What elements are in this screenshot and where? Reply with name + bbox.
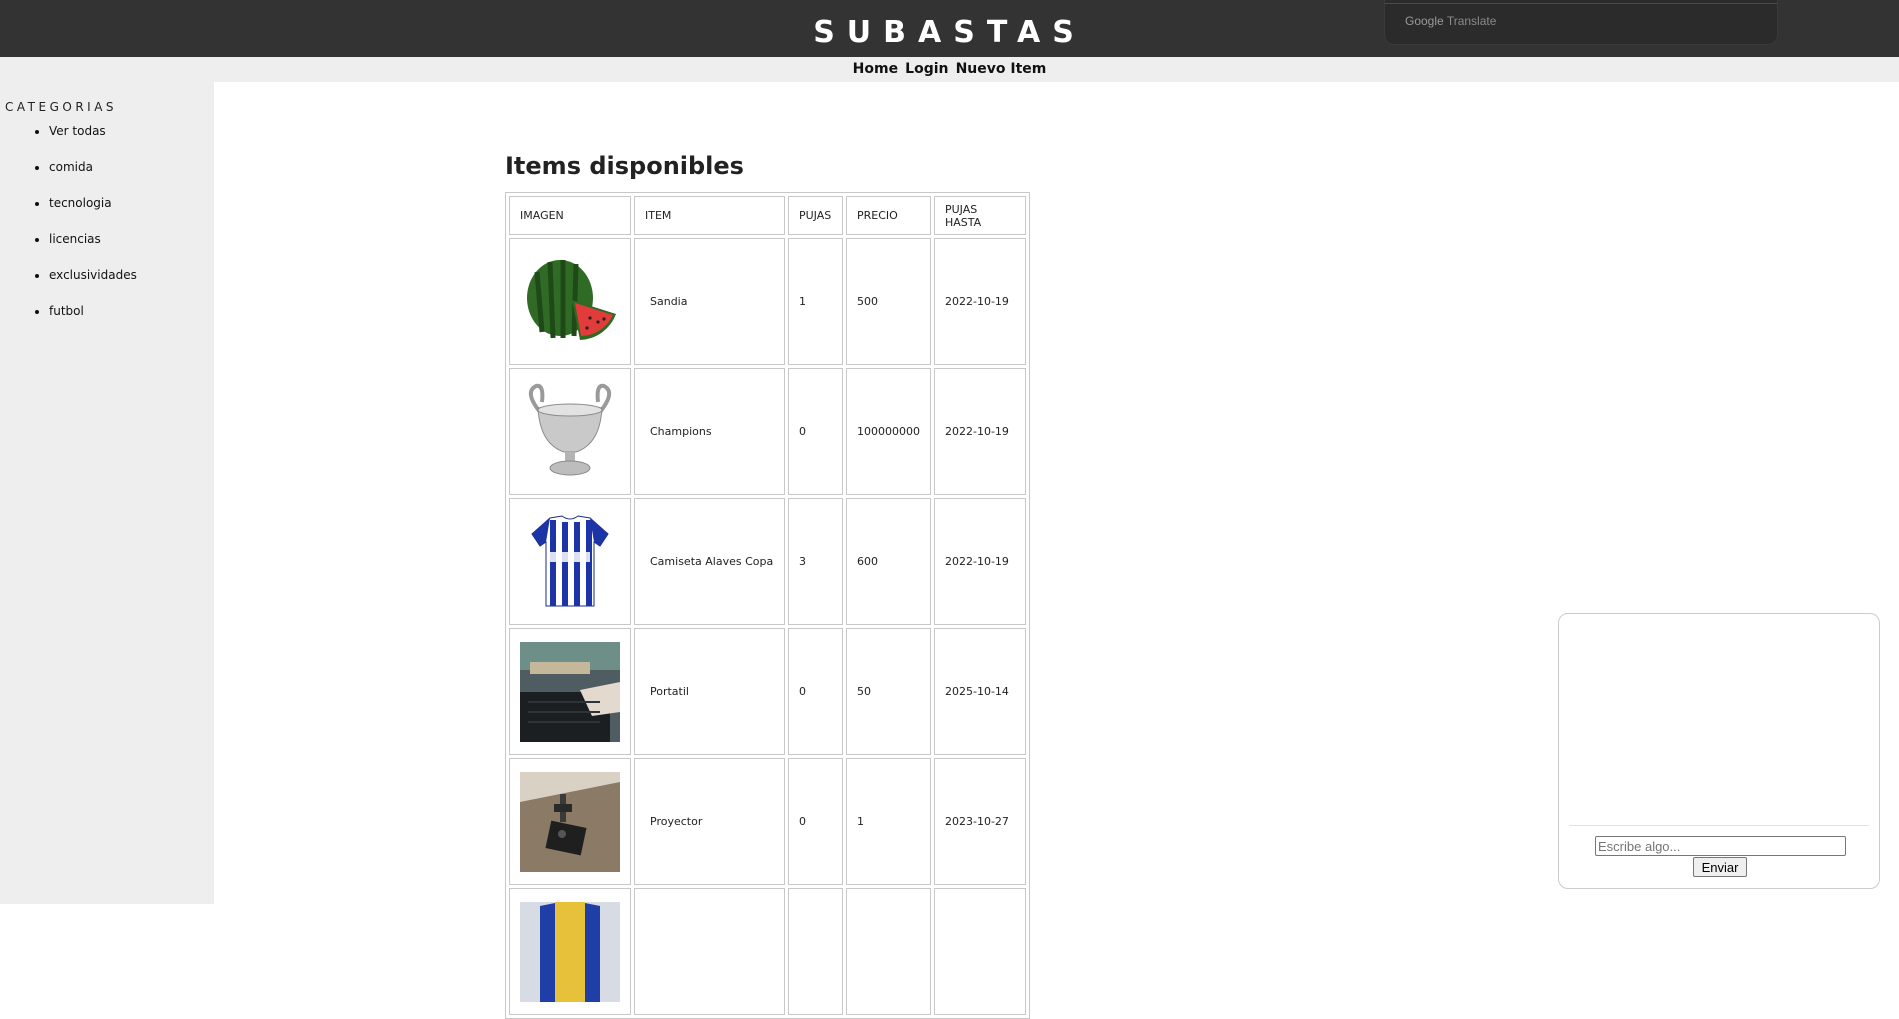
category-item-exclusividades: exclusividades: [49, 266, 137, 302]
item-precio-cell: 500: [846, 238, 931, 365]
item-name-cell: Champions: [634, 368, 785, 495]
category-link[interactable]: tecnologia: [49, 196, 112, 210]
item-pujas-cell: 0: [788, 368, 843, 495]
item-image-cell: [509, 758, 631, 885]
nav-links: Home Login Nuevo Item: [852, 58, 1048, 77]
table-row[interactable]: Proyector 0 1 2023-10-27: [509, 758, 1026, 885]
category-link[interactable]: exclusividades: [49, 268, 137, 282]
item-precio-cell: 1: [846, 758, 931, 885]
category-list: Ver todas comida tecnologia licencias ex…: [0, 122, 137, 338]
google-translate-label[interactable]: Google Translate: [1405, 14, 1496, 28]
categories-title: CATEGORIAS: [5, 100, 118, 114]
table-row[interactable]: Sandia 1 500 2022-10-19: [509, 238, 1026, 365]
item-image-cell: [509, 238, 631, 365]
item-name-cell: Sandia: [634, 238, 785, 365]
item-image-cell: [509, 498, 631, 625]
category-item-tecnologia: tecnologia: [49, 194, 137, 230]
google-translate-divider: [1385, 3, 1777, 4]
page-title: Items disponibles: [505, 152, 744, 180]
trophy-image[interactable]: [520, 382, 620, 482]
item-pujas-cell: 1: [788, 238, 843, 365]
column-header-item: ITEM: [634, 196, 785, 235]
item-hasta-cell: 2022-10-19: [934, 368, 1026, 495]
item-image-cell: [509, 368, 631, 495]
nav-link-nuevo-item[interactable]: Nuevo Item: [956, 61, 1047, 77]
chat-divider: [1569, 825, 1869, 826]
item-precio-cell: 100000000: [846, 368, 931, 495]
table-row[interactable]: Portatil 0 50 2025-10-14: [509, 628, 1026, 755]
item-precio-cell: 50: [846, 628, 931, 755]
column-header-imagen: IMAGEN: [509, 196, 631, 235]
nav-link-login[interactable]: Login: [905, 61, 948, 77]
item-precio-cell: 600: [846, 498, 931, 625]
projector-image[interactable]: [520, 771, 620, 872]
shirt-image[interactable]: [520, 512, 620, 612]
item-hasta-cell: 2022-10-19: [934, 238, 1026, 365]
table-row[interactable]: Camiseta Alaves Copa 3 600 2022-10-19: [509, 498, 1026, 625]
item-pujas-cell: 0: [788, 758, 843, 885]
google-translate-brand: Google: [1405, 14, 1444, 28]
table-header-row: IMAGEN ITEM PUJAS PRECIO PUJAS HASTA: [509, 196, 1026, 235]
item-precio-cell: [846, 888, 931, 1015]
item-hasta-cell: 2022-10-19: [934, 498, 1026, 625]
chat-messages-area[interactable]: [1559, 614, 1879, 824]
item-pujas-cell: 3: [788, 498, 843, 625]
items-table: IMAGEN ITEM PUJAS PRECIO PUJAS HASTA San…: [505, 192, 1030, 1019]
column-header-pujas: PUJAS: [788, 196, 843, 235]
category-link[interactable]: futbol: [49, 304, 84, 318]
item-name-cell: [634, 888, 785, 1015]
item-image-cell: [509, 888, 631, 1015]
item-hasta-cell: 2025-10-14: [934, 628, 1026, 755]
laptop-image[interactable]: [520, 641, 620, 742]
item-name-cell: Camiseta Alaves Copa: [634, 498, 785, 625]
item-hasta-cell: [934, 888, 1026, 1015]
item-hasta-cell: 2023-10-27: [934, 758, 1026, 885]
nav-bar: Home Login Nuevo Item: [0, 57, 1899, 82]
nav-link-home[interactable]: Home: [853, 61, 898, 77]
category-link[interactable]: Ver todas: [49, 124, 106, 138]
sidebar: CATEGORIAS Ver todas comida tecnologia l…: [0, 82, 214, 904]
chat-message-input[interactable]: [1595, 836, 1846, 856]
category-link[interactable]: comida: [49, 160, 93, 174]
category-link[interactable]: licencias: [49, 232, 101, 246]
category-item-futbol: futbol: [49, 302, 137, 338]
partial-item-image[interactable]: [520, 901, 620, 1002]
watermelon-image[interactable]: [520, 252, 620, 352]
item-pujas-cell: 0: [788, 628, 843, 755]
category-item-comida: comida: [49, 158, 137, 194]
item-name-cell: Portatil: [634, 628, 785, 755]
column-header-precio: PRECIO: [846, 196, 931, 235]
table-row[interactable]: [509, 888, 1026, 1015]
category-item-ver-todas: Ver todas: [49, 122, 137, 158]
item-name-cell: Proyector: [634, 758, 785, 885]
column-header-pujas-hasta: PUJAS HASTA: [934, 196, 1026, 235]
google-translate-widget[interactable]: Google Translate: [1384, 0, 1778, 45]
table-row[interactable]: Champions 0 100000000 2022-10-19: [509, 368, 1026, 495]
category-item-licencias: licencias: [49, 230, 137, 266]
google-translate-text: Translate: [1446, 14, 1497, 28]
chat-widget: Enviar: [1558, 613, 1880, 889]
item-pujas-cell: [788, 888, 843, 1015]
item-image-cell: [509, 628, 631, 755]
chat-send-button[interactable]: Enviar: [1693, 857, 1747, 877]
